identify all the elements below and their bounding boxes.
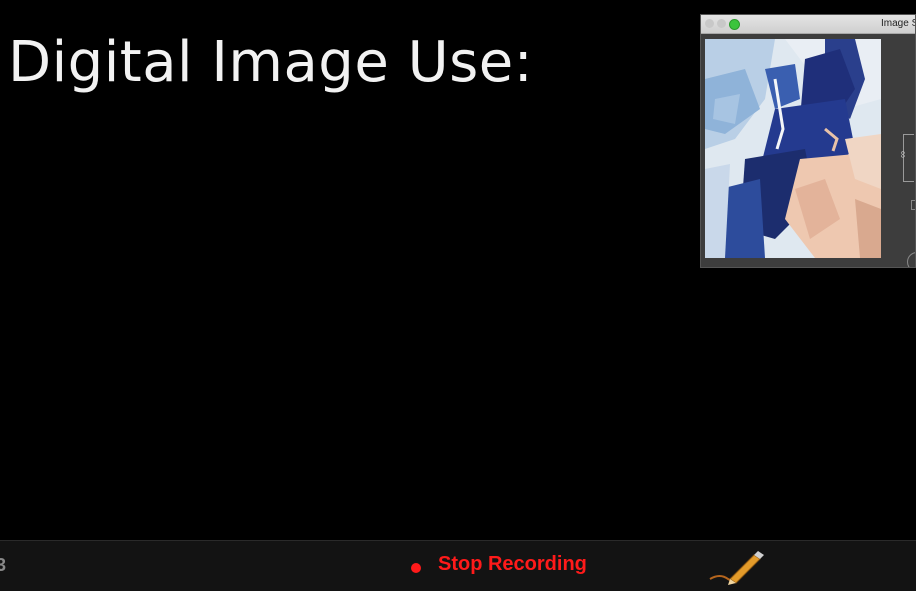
- slide-title: Digital Image Use:: [8, 30, 534, 95]
- minimize-button[interactable]: [717, 19, 726, 28]
- window-controls-panel: ∞: [885, 34, 915, 267]
- painting-image: [705, 39, 881, 258]
- close-button[interactable]: [705, 19, 714, 28]
- recording-toolbar: 3 Stop Recording: [0, 540, 916, 591]
- window-titlebar[interactable]: Image Si: [701, 15, 915, 34]
- image-size-window[interactable]: Image Si ∞: [700, 14, 916, 268]
- painting-preview: [705, 39, 881, 258]
- radio-button[interactable]: [907, 252, 915, 267]
- zoom-button[interactable]: [729, 19, 740, 30]
- checkbox[interactable]: [911, 200, 915, 210]
- stop-recording-button[interactable]: Stop Recording: [438, 553, 587, 576]
- page-number: 3: [0, 555, 7, 575]
- record-indicator-icon: [411, 563, 421, 573]
- chain-link-icon[interactable]: ∞: [897, 151, 908, 158]
- window-title: Image Si: [881, 18, 915, 29]
- pen-icon[interactable]: [706, 549, 766, 585]
